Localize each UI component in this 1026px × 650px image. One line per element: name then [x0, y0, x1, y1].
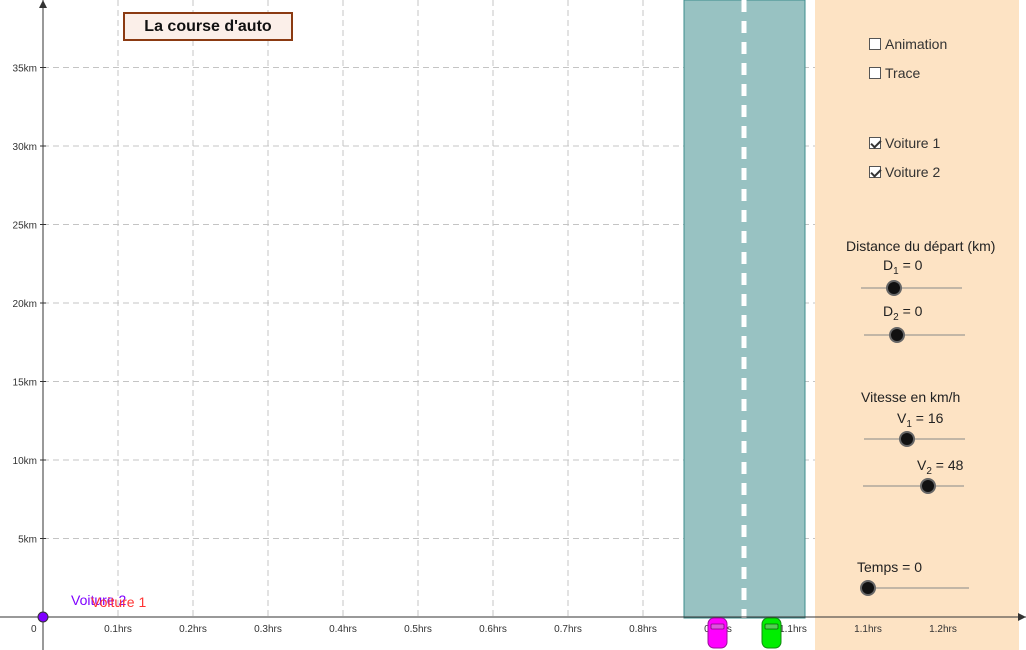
- origin-label: 0: [31, 624, 37, 635]
- checkbox-trace[interactable]: Trace: [869, 64, 920, 82]
- slider-v1-handle[interactable]: [899, 431, 915, 447]
- x-tick-label: 0.1hrs: [104, 624, 132, 635]
- car-1-windshield: [710, 623, 725, 630]
- slider-v1-sub: 1: [906, 419, 912, 430]
- checkbox-voiture-2[interactable]: Voiture 2: [869, 163, 940, 181]
- slider-temps-label: Temps = 0: [857, 559, 922, 575]
- slider-d2-name: D: [883, 303, 894, 319]
- slider-d2-label: D2 = 0: [883, 303, 923, 323]
- x-tick-label: 1.2hrs: [929, 624, 957, 635]
- checkbox-trace-box[interactable]: [869, 67, 881, 79]
- car-2[interactable]: [761, 617, 782, 649]
- y-tick-labels: 5km 10km 15km 20km 25km 30km 35km: [13, 64, 37, 546]
- y-tick-label: 35km: [13, 64, 37, 75]
- slider-v1-label: V1 = 16: [897, 410, 944, 430]
- slider-d2-value: = 0: [902, 303, 923, 319]
- checkbox-animation-box[interactable]: [869, 38, 881, 50]
- checkbox-voiture-2-label: Voiture 2: [885, 164, 941, 180]
- slider-d2-sub: 2: [893, 312, 899, 323]
- checkbox-trace-label: Trace: [885, 65, 921, 81]
- x-tick-label: 0.3hrs: [254, 624, 282, 635]
- slider-v2-name: V: [917, 457, 927, 473]
- slider-d1-sub: 1: [893, 266, 899, 277]
- checkbox-animation-label: Animation: [885, 36, 948, 52]
- slider-v2-value: = 48: [935, 457, 964, 473]
- car-1-body: [707, 617, 728, 649]
- checkbox-voiture-1-box[interactable]: [869, 137, 881, 149]
- y-tick-label: 10km: [13, 456, 37, 467]
- slider-d1-name: D: [883, 257, 894, 273]
- x-tick-label: 0.8hrs: [629, 624, 657, 635]
- y-tick-label: 15km: [13, 378, 37, 389]
- x-tick-label: 0.6hrs: [479, 624, 507, 635]
- distance-header: Distance du départ (km): [846, 238, 996, 254]
- slider-v1-name: V: [897, 410, 907, 426]
- x-tick-label: 1.1hrs: [779, 624, 807, 635]
- point-voiture-2[interactable]: [37, 611, 49, 623]
- checkbox-voiture-1-label: Voiture 1: [885, 135, 941, 151]
- checkbox-voiture-2-box[interactable]: [869, 166, 881, 178]
- page-title: La course d'auto: [123, 12, 293, 41]
- slider-v2-handle[interactable]: [920, 478, 936, 494]
- slider-d1-label: D1 = 0: [883, 257, 923, 277]
- slider-d2-handle[interactable]: [889, 327, 905, 343]
- x-tick-label: 1.1hrs: [854, 624, 882, 635]
- x-tick-label: 0.7hrs: [554, 624, 582, 635]
- x-tick-label: 0.5hrs: [404, 624, 432, 635]
- slider-d1-value: = 0: [902, 257, 923, 273]
- y-tick-label: 20km: [13, 299, 37, 310]
- x-axis-arrow: [1018, 613, 1026, 621]
- slider-v1-value: = 16: [915, 410, 944, 426]
- car-2-body: [761, 617, 782, 649]
- y-tick-label: 25km: [13, 221, 37, 232]
- car-1[interactable]: [707, 617, 728, 649]
- speed-header: Vitesse en km/h: [861, 389, 961, 405]
- slider-v2-sub: 2: [926, 466, 932, 477]
- graph-canvas[interactable]: 0.1hrs 0.2hrs 0.3hrs 0.4hrs 0.5hrs 0.6hrs 0.7h…: [0, 0, 1026, 650]
- checkbox-voiture-1[interactable]: Voiture 1: [869, 134, 940, 152]
- checkbox-animation[interactable]: Animation: [869, 35, 947, 53]
- car-2-windshield: [764, 623, 779, 630]
- x-tick-label: 0.2hrs: [179, 624, 207, 635]
- point-label-voiture-1: Voiture 1: [91, 594, 146, 610]
- y-tick-label: 5km: [18, 535, 37, 546]
- slider-v2-label: V2 = 48: [917, 457, 964, 477]
- control-panel-background: [815, 0, 1019, 650]
- slider-d1-handle[interactable]: [886, 280, 902, 296]
- slider-temps-handle[interactable]: [860, 580, 876, 596]
- y-axis-arrow: [39, 0, 47, 8]
- y-tick-label: 30km: [13, 142, 37, 153]
- x-tick-label: 0.4hrs: [329, 624, 357, 635]
